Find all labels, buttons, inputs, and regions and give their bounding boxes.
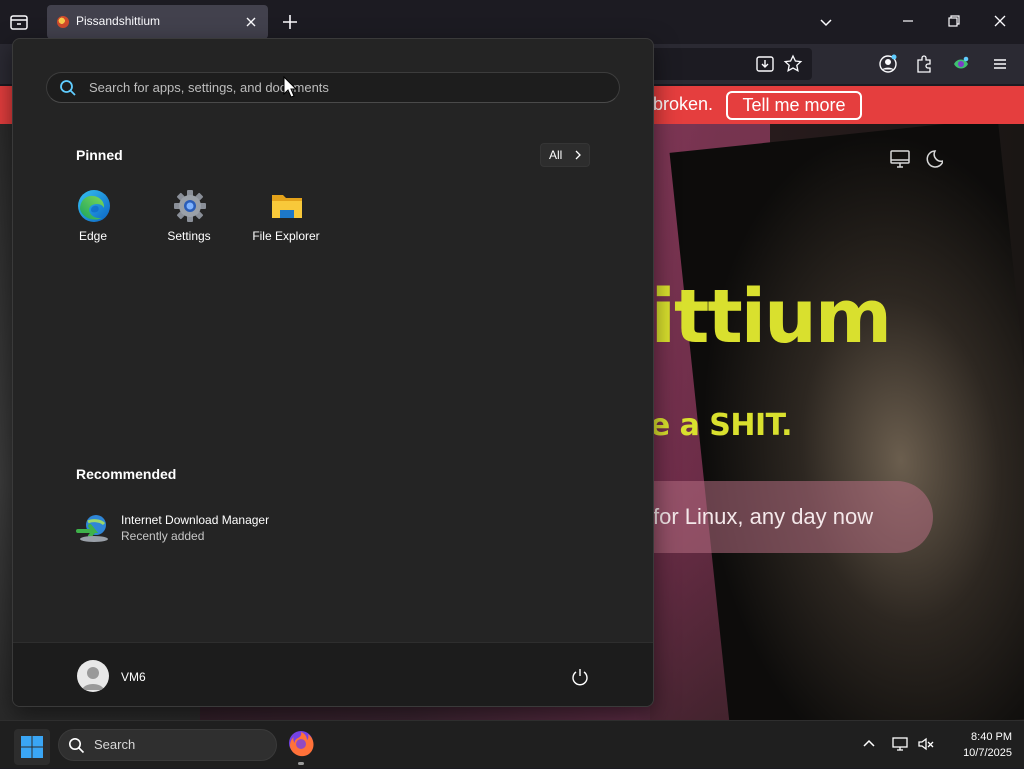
hero-pill-text: for Linux, any day now — [653, 504, 874, 529]
close-tab-icon[interactable] — [242, 13, 260, 31]
pinned-app-label: Settings — [167, 229, 211, 243]
folder-icon — [270, 189, 304, 223]
power-icon[interactable] — [570, 667, 590, 687]
tell-me-more-button[interactable]: Tell me more — [726, 91, 862, 120]
moon-icon[interactable] — [921, 148, 945, 170]
restore-icon[interactable] — [944, 11, 964, 31]
close-window-icon[interactable] — [990, 11, 1010, 31]
tab-list-icon[interactable] — [8, 11, 30, 33]
network-icon[interactable] — [891, 735, 909, 753]
running-indicator — [298, 762, 304, 765]
pinned-app-settings[interactable]: Settings — [144, 189, 234, 251]
start-menu: Pinned All Edge — [12, 38, 654, 707]
pinned-app-edge[interactable]: Edge — [48, 189, 138, 251]
extensions-icon[interactable] — [914, 54, 934, 74]
recommended-item-status: Recently added — [121, 529, 205, 543]
pinned-title: Pinned — [76, 147, 123, 163]
clock-date: 10/7/2025 — [963, 747, 1012, 759]
mouse-cursor-icon — [283, 75, 298, 98]
all-apps-button[interactable]: All — [540, 143, 590, 167]
search-icon — [59, 79, 77, 97]
pinned-app-label: Edge — [78, 229, 108, 243]
chevron-right-icon — [572, 149, 584, 161]
save-to-pocket-icon[interactable] — [755, 54, 775, 74]
idm-icon — [76, 513, 110, 545]
notice-text: broken. — [653, 94, 714, 114]
recommended-item-name: Internet Download Manager — [121, 513, 270, 527]
search-icon — [68, 737, 85, 754]
taskbar-search-label: Search — [94, 737, 136, 752]
tab-title: Pissandshittium — [76, 14, 161, 28]
tab-favicon-icon — [57, 16, 69, 28]
windows-start-button[interactable] — [14, 729, 50, 765]
all-apps-label: All — [549, 148, 563, 162]
taskbar-clock[interactable]: 8:40 PM 10/7/2025 — [940, 729, 1012, 761]
start-search-box[interactable] — [46, 72, 620, 103]
settings-gear-icon — [173, 189, 207, 223]
clock-time: 8:40 PM — [971, 731, 1012, 743]
start-menu-footer: VM6 — [13, 642, 653, 706]
pinned-app-label: File Explorer — [252, 229, 320, 243]
taskbar-search-box[interactable]: Search — [58, 729, 277, 761]
user-name[interactable]: VM6 — [121, 670, 146, 684]
extension-leaf-icon[interactable] — [951, 54, 971, 74]
chevron-up-icon[interactable] — [860, 735, 878, 753]
monitor-icon[interactable] — [889, 148, 911, 170]
taskbar: Search 8:40 PM 10/7/2025 — [0, 720, 1024, 768]
user-avatar[interactable] — [77, 660, 109, 692]
recommended-title: Recommended — [76, 466, 177, 482]
recommended-item[interactable]: Internet Download Manager Recently added — [76, 509, 376, 549]
start-search-input[interactable] — [89, 73, 609, 102]
hamburger-menu-icon[interactable] — [990, 54, 1010, 74]
browser-tab[interactable]: Pissandshittium — [47, 5, 268, 39]
volume-muted-icon[interactable] — [917, 735, 935, 753]
new-tab-icon[interactable] — [280, 12, 300, 32]
account-icon[interactable] — [878, 54, 898, 74]
chevron-down-icon[interactable] — [817, 13, 835, 31]
edge-icon — [77, 189, 111, 223]
minimize-icon[interactable] — [898, 11, 918, 31]
pinned-app-file-explorer[interactable]: File Explorer — [241, 189, 331, 251]
bookmark-star-icon[interactable] — [783, 54, 803, 74]
taskbar-app-firefox[interactable] — [284, 726, 318, 765]
